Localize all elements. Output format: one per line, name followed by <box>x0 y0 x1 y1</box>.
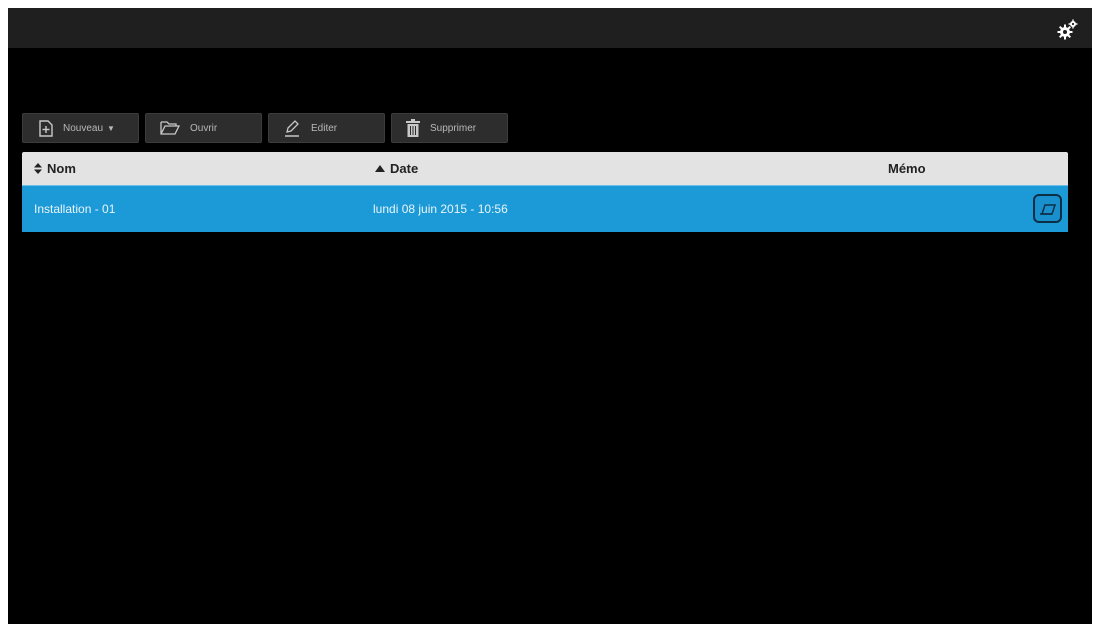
toolbar: Nouveau ▼ Ouvrir Editer Supprimer <box>22 113 508 143</box>
new-button[interactable]: Nouveau ▼ <box>22 113 139 143</box>
row-date: lundi 08 juin 2015 - 10:56 <box>373 202 508 216</box>
pencil-icon <box>285 120 299 137</box>
sort-both-icon <box>34 163 42 174</box>
app-screen: Nouveau ▼ Ouvrir Editer Supprimer Nom Da… <box>8 8 1092 624</box>
column-header-memo[interactable]: Mémo <box>888 161 926 176</box>
column-label-memo: Mémo <box>888 161 926 176</box>
top-bar <box>8 8 1092 48</box>
row-nom: Installation - 01 <box>34 202 116 216</box>
trash-icon <box>406 119 420 137</box>
settings-gears-icon[interactable] <box>1056 19 1078 41</box>
sort-ascending-icon <box>375 165 385 172</box>
chevron-down-icon: ▼ <box>107 123 115 133</box>
column-header-nom[interactable]: Nom <box>34 161 76 176</box>
folder-open-icon <box>160 121 180 135</box>
delete-button-label: Supprimer <box>430 122 477 134</box>
edit-button-label: Editer <box>311 122 338 134</box>
table-header: Nom Date Mémo <box>22 152 1068 185</box>
delete-button[interactable]: Supprimer <box>391 113 508 143</box>
open-button-label: Ouvrir <box>190 122 218 134</box>
edit-button[interactable]: Editer <box>268 113 385 143</box>
new-button-label: Nouveau <box>63 122 104 134</box>
column-label-date: Date <box>390 161 419 176</box>
table-row[interactable]: Installation - 01 lundi 08 juin 2015 - 1… <box>22 185 1068 232</box>
column-label-nom: Nom <box>47 161 76 176</box>
memo-edit-icon[interactable] <box>1033 194 1062 223</box>
files-table: Nom Date Mémo Installation - 01 lundi 08… <box>22 152 1068 232</box>
open-button[interactable]: Ouvrir <box>145 113 262 143</box>
column-header-date[interactable]: Date <box>375 161 418 176</box>
new-document-icon <box>39 119 53 137</box>
